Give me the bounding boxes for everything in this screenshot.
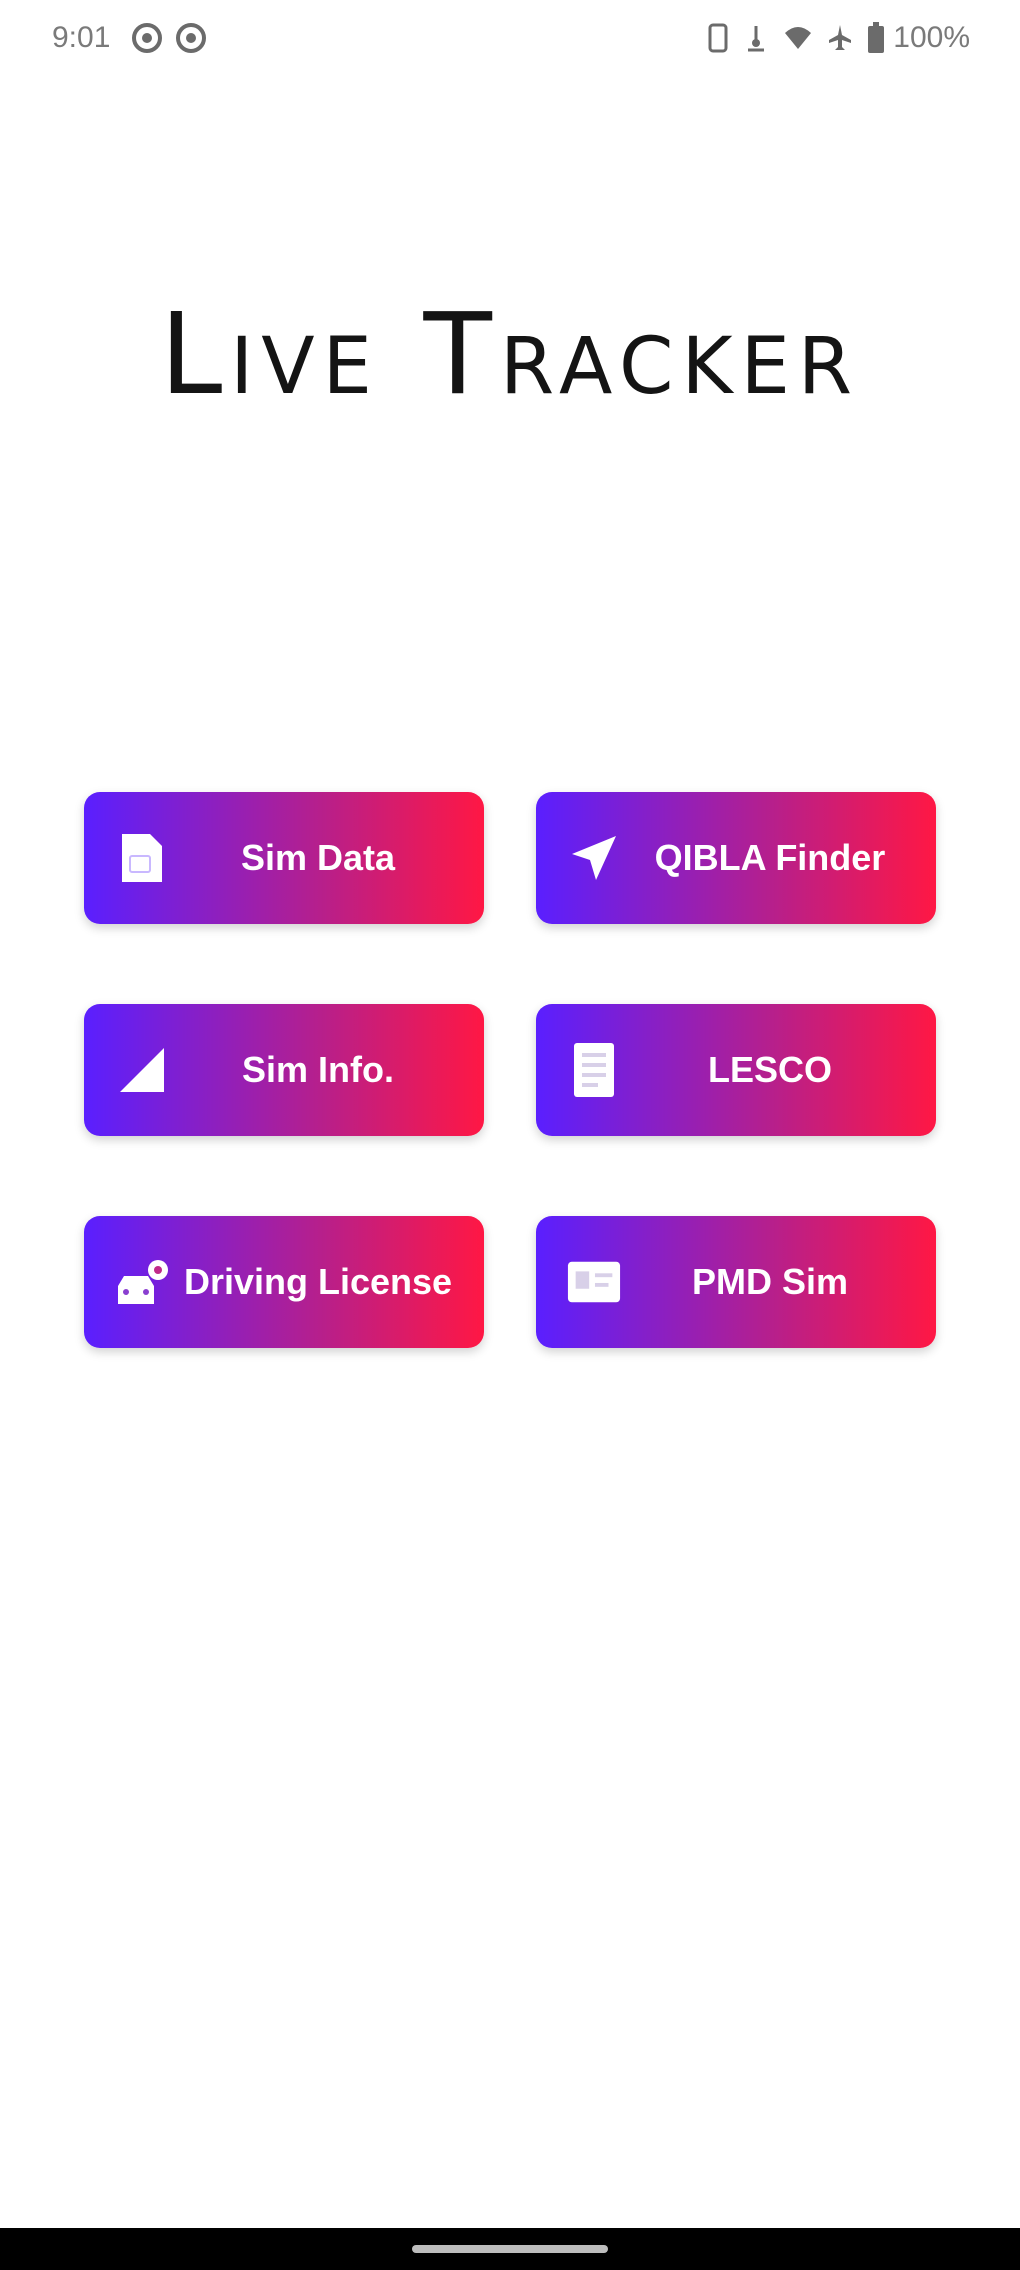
driver-car-icon	[114, 1254, 170, 1310]
pmd-sim-button[interactable]: PMD Sim	[536, 1216, 936, 1348]
lesco-button[interactable]: LESCO	[536, 1004, 936, 1136]
notification-icon	[176, 23, 207, 53]
status-left: 9:01	[52, 21, 220, 55]
qibla-finder-button[interactable]: QIBLA Finder	[536, 792, 936, 924]
navigation-arrow-icon	[566, 830, 622, 886]
sim-info-label: Sim Info.	[242, 1049, 394, 1090]
status-bar: 9:01 100%	[0, 0, 1020, 76]
status-right: 100%	[693, 21, 970, 55]
lesco-label: LESCO	[707, 1049, 832, 1090]
menu-grid: Sim Data QIBLA Finder Sim Info. LESCO Dr…	[84, 792, 936, 1348]
pmd-sim-label: PMD Sim	[691, 1261, 849, 1302]
bill-document-icon	[566, 1042, 622, 1098]
app-title: Live Tracker	[159, 290, 861, 420]
home-gesture-handle[interactable]	[412, 2245, 608, 2253]
sim-info-button[interactable]: Sim Info.	[84, 1004, 484, 1136]
app-screen: 9:01 100% Live Tracker Sim Data QIBLA Fi…	[0, 0, 1020, 2270]
data-saver-icon	[743, 23, 769, 53]
driving-license-button[interactable]: Driving License	[84, 1216, 484, 1348]
qibla-finder-label: QIBLA Finder	[654, 837, 886, 878]
signal-strength-icon	[114, 1042, 170, 1098]
sim-card-icon	[114, 830, 170, 886]
sim-data-button[interactable]: Sim Data	[84, 792, 484, 924]
navigation-bar	[0, 2228, 1020, 2270]
battery-percentage: 100%	[893, 21, 970, 54]
wifi-icon	[783, 25, 813, 51]
battery-icon	[867, 22, 885, 54]
notification-icon	[132, 23, 163, 53]
status-time: 9:01	[52, 21, 111, 54]
id-card-icon	[566, 1254, 622, 1310]
sim-data-label: Sim Data	[240, 837, 396, 878]
airplane-icon	[827, 23, 853, 53]
vibrate-icon	[707, 23, 729, 53]
driving-license-label: Driving License	[183, 1261, 453, 1302]
